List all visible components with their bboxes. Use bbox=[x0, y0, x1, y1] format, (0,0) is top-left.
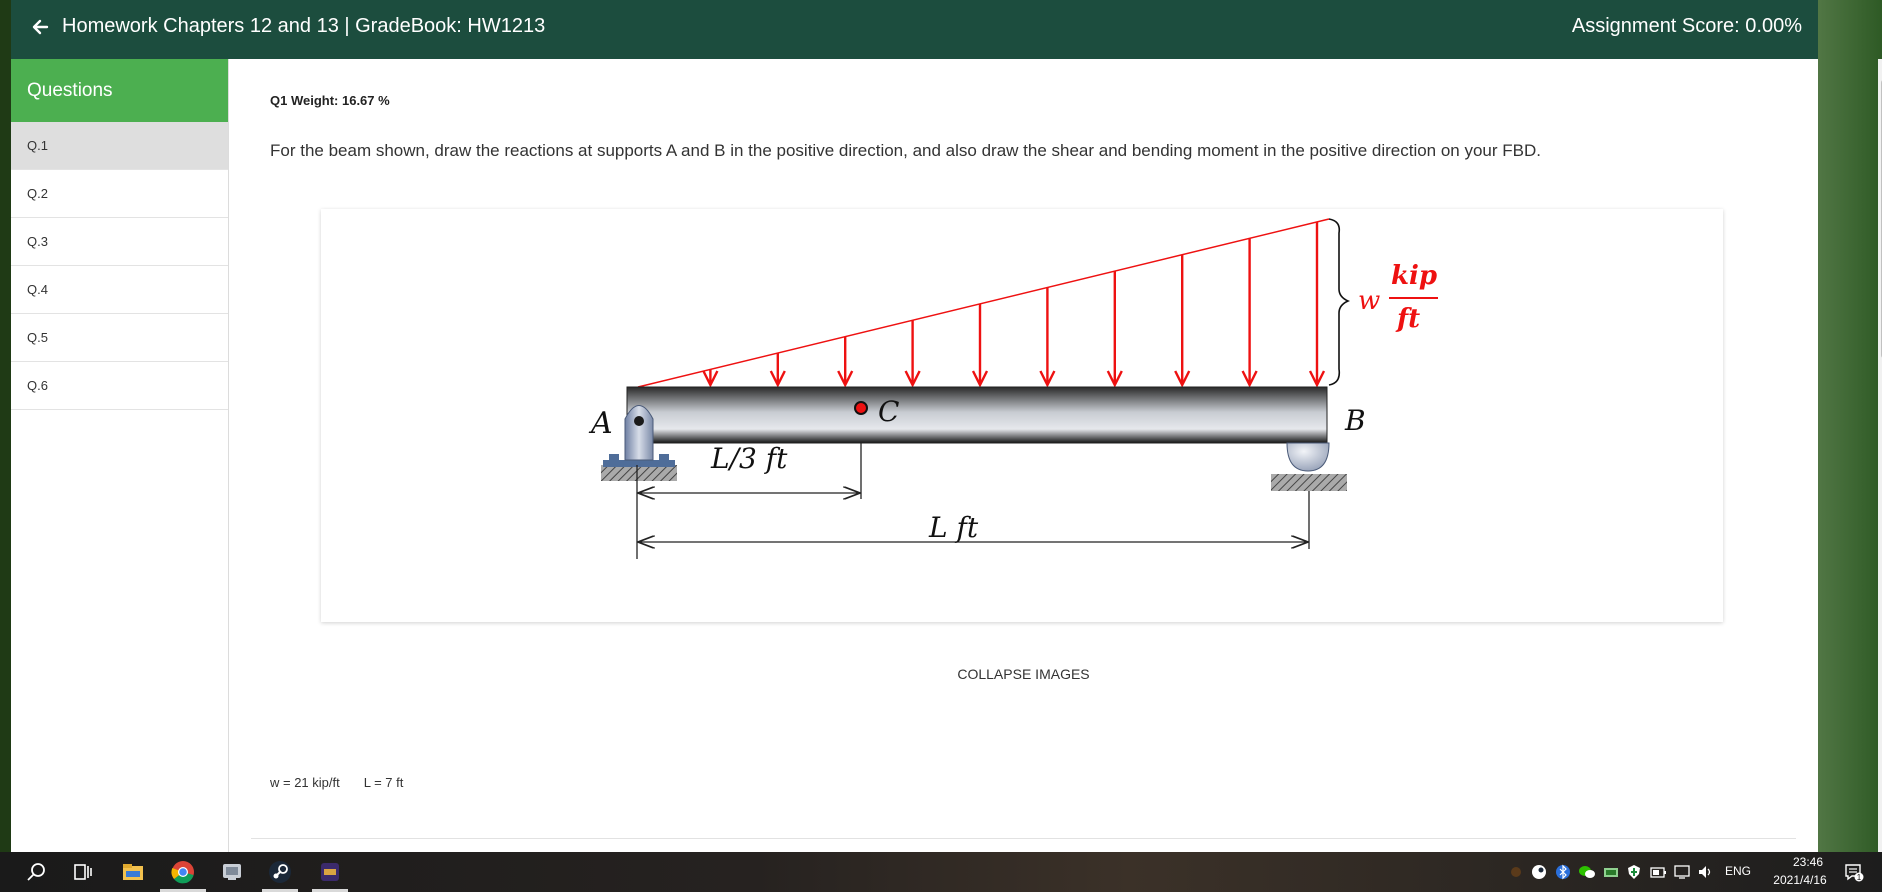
top-bar: Homework Chapters 12 and 13 | GradeBook:… bbox=[11, 0, 1818, 59]
section-divider bbox=[251, 838, 1796, 839]
sidebar-item-q4[interactable]: Q.4 bbox=[11, 266, 228, 314]
questions-sidebar: Questions Q.1 Q.2 Q.3 Q.4 Q.5 Q.6 bbox=[11, 59, 229, 852]
support-b-roller bbox=[1286, 442, 1330, 472]
support-a-pin bbox=[624, 405, 654, 461]
file-explorer-icon[interactable] bbox=[121, 860, 145, 884]
bluetooth-icon[interactable] bbox=[1556, 864, 1570, 880]
support-a-pin-hole bbox=[634, 416, 644, 426]
battery-icon[interactable] bbox=[1650, 864, 1666, 880]
beam bbox=[626, 386, 1328, 444]
sidebar-item-q6[interactable]: Q.6 bbox=[11, 362, 228, 410]
wechat-icon[interactable] bbox=[1578, 864, 1596, 880]
antivirus-tray-icon[interactable] bbox=[1509, 864, 1523, 880]
question-weight: Q1 Weight: 16.67 % bbox=[270, 93, 390, 108]
question-prompt: For the beam shown, draw the reactions a… bbox=[270, 141, 1541, 160]
search-icon[interactable] bbox=[24, 860, 48, 884]
dim-short-label: L/3 ft bbox=[710, 442, 788, 475]
point-c-label: C bbox=[878, 395, 899, 428]
sidebar-item-q3[interactable]: Q.3 bbox=[11, 218, 228, 266]
notification-icon[interactable]: 1 bbox=[1844, 862, 1864, 882]
load-brace bbox=[1328, 218, 1350, 386]
support-b-label: B bbox=[1344, 404, 1366, 437]
beam-diagram: w kip ft A B C L/3 ft L ft bbox=[588, 218, 1438, 559]
load-line bbox=[637, 218, 1330, 388]
point-c-marker bbox=[854, 401, 868, 415]
support-b-ground bbox=[1271, 474, 1347, 491]
clock-date[interactable]: 2021/4/16 bbox=[1764, 873, 1836, 887]
load-unit-numerator: kip bbox=[1391, 261, 1437, 291]
clock-time[interactable]: 23:46 bbox=[1780, 855, 1836, 869]
load-w-symbol: w bbox=[1358, 286, 1380, 316]
chrome-icon[interactable] bbox=[171, 860, 195, 884]
assignment-score: Assignment Score: 0.00% bbox=[1571, 15, 1802, 37]
sidebar-item-q2[interactable]: Q.2 bbox=[11, 170, 228, 218]
support-a-bolt-left bbox=[609, 454, 619, 461]
security-shield-icon[interactable] bbox=[1626, 864, 1642, 880]
page-scrollbar[interactable] bbox=[1878, 59, 1882, 852]
support-a-ground bbox=[601, 465, 677, 481]
variable-l: L = 7 ft bbox=[363, 775, 404, 790]
language-indicator[interactable]: ENG bbox=[1725, 864, 1751, 878]
game-icon[interactable] bbox=[318, 860, 342, 884]
network-card-icon[interactable] bbox=[1603, 864, 1619, 880]
browser-page: Homework Chapters 12 and 13 | GradeBook:… bbox=[11, 0, 1882, 852]
volume-icon[interactable] bbox=[1697, 864, 1715, 880]
task-view-icon[interactable] bbox=[71, 860, 95, 884]
question-panel: Q1 Weight: 16.67 % For the beam shown, d… bbox=[229, 59, 1818, 852]
sidebar-title: Questions bbox=[11, 59, 228, 122]
notification-count: 1 bbox=[1857, 873, 1862, 882]
beam-figure: w kip ft A B C L/3 ft L ft bbox=[321, 209, 1723, 622]
windows-taskbar: ENG 23:46 2021/4/16 1 bbox=[0, 852, 1882, 892]
variable-w: w = 21 kip/ft bbox=[270, 775, 340, 790]
support-a-bolt-right bbox=[659, 454, 669, 461]
sidebar-item-q5[interactable]: Q.5 bbox=[11, 314, 228, 362]
sidebar-item-q1[interactable]: Q.1 bbox=[11, 122, 228, 170]
back-arrow-icon[interactable] bbox=[29, 16, 51, 38]
app-icon[interactable] bbox=[220, 860, 244, 884]
display-icon[interactable] bbox=[1674, 864, 1690, 880]
steam-tray-icon[interactable] bbox=[1531, 864, 1547, 880]
distributed-load-arrows bbox=[702, 221, 1326, 388]
dim-long-label: L ft bbox=[928, 511, 979, 544]
support-a-plate bbox=[603, 460, 675, 467]
support-a-label: A bbox=[588, 406, 613, 441]
given-variables: w = 21 kip/ft L = 7 ft bbox=[270, 775, 403, 790]
assignment-title: Homework Chapters 12 and 13 | GradeBook:… bbox=[62, 15, 546, 37]
collapse-images-button[interactable]: COLLAPSE IMAGES bbox=[229, 666, 1818, 682]
load-unit-denominator: ft bbox=[1395, 304, 1420, 334]
steam-icon[interactable] bbox=[268, 860, 292, 884]
